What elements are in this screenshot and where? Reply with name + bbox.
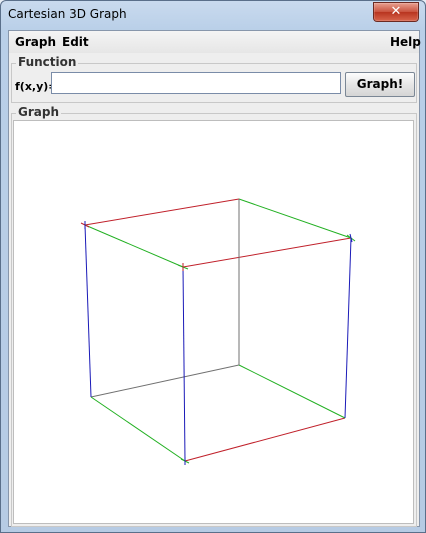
function-panel-legend: Function [16, 55, 79, 69]
title-bar[interactable]: Cartesian 3D Graph ✕ [1, 1, 425, 29]
edge-top-back [84, 198, 240, 226]
menu-help[interactable]: Help [390, 35, 421, 49]
close-button[interactable]: ✕ [373, 2, 419, 22]
graph-canvas[interactable] [13, 120, 414, 524]
window-title: Cartesian 3D Graph [8, 7, 127, 21]
menu-bar: Graph Edit Help [9, 31, 421, 53]
function-input[interactable] [51, 72, 341, 94]
graph-panel-legend: Graph [16, 105, 61, 119]
menu-edit[interactable]: Edit [62, 35, 89, 49]
client-area: Graph Edit Help Function f(x,y)= Graph! … [8, 30, 421, 527]
edge-top-front [182, 237, 352, 268]
edge-bottom-back [90, 364, 240, 398]
close-icon: ✕ [390, 4, 402, 19]
edge-top-left [84, 224, 184, 268]
cube-plot [80, 198, 356, 465]
edge-bottom-left [90, 396, 186, 462]
edge-right-front [344, 237, 352, 419]
edge-left-front [182, 266, 186, 462]
edge-bottom-right [238, 364, 346, 419]
graph-button[interactable]: Graph! [345, 72, 415, 97]
edge-bottom-front [184, 417, 346, 462]
edge-top-right [238, 198, 352, 239]
edge-left-back [84, 224, 92, 398]
app-window: Cartesian 3D Graph ✕ Graph Edit Help Fun… [0, 0, 426, 533]
menu-graph[interactable]: Graph [15, 35, 56, 49]
